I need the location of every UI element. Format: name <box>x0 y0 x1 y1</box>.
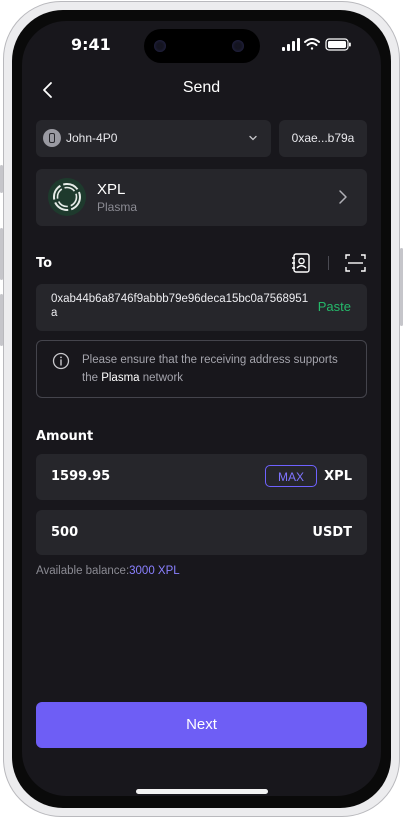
amount-value[interactable]: 1599.95 <box>51 469 110 484</box>
paste-button[interactable]: Paste <box>318 299 351 314</box>
next-button[interactable]: Next <box>36 702 367 748</box>
sensor-icon <box>232 40 244 52</box>
balance-value: 3000 XPL <box>129 565 180 577</box>
chevron-down-icon <box>249 135 257 141</box>
token-network: Plasma <box>97 200 138 214</box>
battery-icon <box>325 38 351 51</box>
home-indicator[interactable] <box>136 789 268 794</box>
amount-input[interactable]: 1599.95 MAX XPL <box>36 454 367 500</box>
converted-unit: USDT <box>312 525 352 540</box>
to-label: To <box>36 256 53 271</box>
amount-unit: XPL <box>324 469 352 484</box>
balance-label: Available balance: <box>36 565 130 577</box>
divider <box>328 256 329 270</box>
signal-icon <box>282 38 300 51</box>
dynamic-island <box>144 29 260 63</box>
chevron-right-icon <box>339 190 347 204</box>
token-name: XPL <box>97 181 126 198</box>
scan-icon[interactable] <box>345 253 366 273</box>
amount-label: Amount <box>36 429 94 444</box>
status-time: 9:41 <box>71 35 111 54</box>
recipient-address[interactable]: 0xab44b6a8746f9abbb79e96deca15bc0a756895… <box>51 292 309 320</box>
info-icon <box>52 352 70 370</box>
from-address-chip[interactable]: 0xae...b79a <box>279 120 367 157</box>
network-notice: Please ensure that the receiving address… <box>36 340 367 398</box>
wifi-icon <box>304 38 320 50</box>
notice-suffix: network <box>142 372 184 384</box>
plasma-logo-icon <box>48 178 86 216</box>
camera-icon <box>154 40 166 52</box>
converted-amount-input[interactable]: 500 USDT <box>36 510 367 555</box>
token-selector[interactable]: XPL Plasma <box>36 169 367 226</box>
page-title: Send <box>182 79 221 96</box>
converted-value[interactable]: 500 <box>51 525 78 540</box>
available-balance: Available balance:3000 XPL <box>36 565 180 577</box>
status-icons <box>282 38 351 51</box>
recipient-address-input[interactable]: 0xab44b6a8746f9abbb79e96deca15bc0a756895… <box>36 284 367 331</box>
max-button[interactable]: MAX <box>265 465 317 487</box>
from-address: 0xae...b79a <box>291 131 355 145</box>
wallet-selector[interactable]: John-4P0 <box>36 120 271 157</box>
wallet-name: John-4P0 <box>66 131 118 145</box>
notice-text: Please ensure that the receiving address… <box>82 351 352 387</box>
notice-network: Plasma <box>101 372 140 384</box>
wallet-icon <box>43 129 61 147</box>
contacts-icon[interactable] <box>291 252 311 274</box>
